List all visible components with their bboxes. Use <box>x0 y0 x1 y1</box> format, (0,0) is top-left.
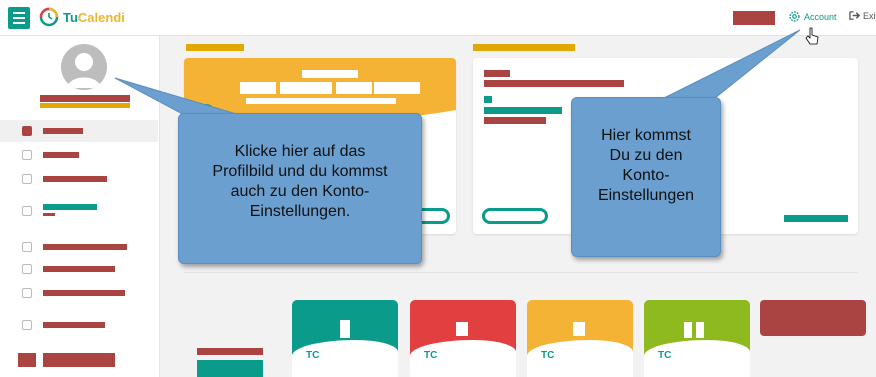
sidebar-item-layers[interactable] <box>0 314 158 336</box>
exit-button[interactable]: Exit <box>849 10 876 21</box>
info-line <box>484 96 492 103</box>
info-line <box>484 70 510 77</box>
app-name[interactable]: TuCalendi <box>63 10 125 25</box>
sidebar-item-label <box>43 128 83 134</box>
callout-profile: Klicke hier auf das Profilbild und du ko… <box>178 113 422 264</box>
mini-logo-icon: TC <box>658 350 672 361</box>
sidebar-item-cleanup[interactable] <box>0 282 158 304</box>
clock-icon <box>22 264 32 274</box>
sidebar-item-calendar[interactable] <box>0 144 158 166</box>
callout-line: auch zu den Konto- <box>230 183 370 200</box>
sidebar-item-label <box>43 266 115 272</box>
calendar-check-icon <box>22 174 32 184</box>
callout-line: Einstellungen. <box>249 203 351 220</box>
tile-glyph <box>573 322 585 336</box>
sidebar-item-label <box>43 244 127 250</box>
sidebar-item-sublabel <box>43 213 55 216</box>
callout-line: Hier kommst <box>601 127 691 144</box>
account-label: Account <box>804 11 837 22</box>
sidebar-item-label <box>43 353 115 367</box>
tile-red[interactable]: TC <box>410 300 516 377</box>
sidebar-item-appointments[interactable] <box>0 168 158 190</box>
card-header-block <box>240 82 276 94</box>
calendar-icon <box>22 150 32 160</box>
eraser-icon <box>22 288 32 298</box>
tile-orange[interactable]: TC <box>527 300 633 377</box>
callout-line: Klicke hier auf das <box>234 143 366 160</box>
callout-account: Hier kommst Du zu den Konto- Einstellung… <box>571 97 721 257</box>
app-name-part2: Calendi <box>77 10 125 25</box>
layers-icon <box>22 320 32 330</box>
extra-icon <box>18 353 36 367</box>
profile-subtitle <box>40 103 130 108</box>
card-header-block <box>302 70 358 78</box>
sidebar-item-label <box>43 176 107 182</box>
sidebar-item-services[interactable] <box>0 236 158 258</box>
section-title-left <box>186 44 244 51</box>
profile-name[interactable] <box>40 95 130 102</box>
tile-glyph <box>456 322 468 336</box>
callout-line: Konto- <box>622 167 670 184</box>
dashboard-icon <box>22 126 32 136</box>
checks-icon <box>22 242 32 252</box>
logo-icon[interactable] <box>39 7 59 27</box>
tile-darkred[interactable] <box>760 300 866 336</box>
tile-glyph <box>684 322 692 338</box>
card-header-block <box>336 82 372 94</box>
divider <box>184 272 858 273</box>
tile-glyph <box>696 322 704 338</box>
info-line <box>484 117 546 124</box>
card-header-block <box>280 82 332 94</box>
mini-logo-icon: TC <box>424 350 438 361</box>
top-bar: TuCalendi Account Exit <box>0 0 876 36</box>
callout-line: Einstellungen <box>597 187 695 204</box>
sidebar-item-label <box>43 204 97 210</box>
card-link[interactable] <box>784 215 848 222</box>
mini-logo-icon: TC <box>541 350 555 361</box>
section-title-right <box>473 44 575 51</box>
sidebar-item-label <box>43 290 125 296</box>
menu-icon[interactable] <box>8 7 30 29</box>
sidebar <box>0 36 160 377</box>
callout-line: Du zu den <box>609 147 683 164</box>
sidebar-item-hours[interactable] <box>0 258 158 280</box>
user-badge[interactable] <box>733 11 775 25</box>
card-button[interactable] <box>482 208 548 224</box>
exit-icon <box>849 11 860 20</box>
info-line <box>484 80 624 87</box>
tile-teal[interactable]: TC <box>292 300 398 377</box>
info-line <box>484 107 562 114</box>
tile-glyph <box>340 320 350 338</box>
bottom-label <box>197 348 263 355</box>
card-header-block <box>246 98 396 104</box>
gear-icon <box>789 11 800 22</box>
sidebar-item-dashboard[interactable] <box>0 120 158 142</box>
sidebar-item-extra[interactable] <box>0 350 158 372</box>
account-button[interactable]: Account <box>788 10 837 23</box>
window-icon <box>22 206 32 216</box>
sidebar-item-schedule[interactable] <box>0 200 158 222</box>
callout-line: Profilbild und du kommst <box>212 163 388 180</box>
sidebar-item-label <box>43 322 105 328</box>
avatar-icon[interactable] <box>61 44 107 90</box>
mini-logo-icon: TC <box>306 350 320 361</box>
sidebar-item-label <box>43 152 79 158</box>
tile-green[interactable]: TC <box>644 300 750 377</box>
exit-label: Exit <box>863 10 876 21</box>
app-name-part1: Tu <box>63 10 78 25</box>
bottom-block <box>197 360 263 377</box>
card-header-block <box>374 82 420 94</box>
